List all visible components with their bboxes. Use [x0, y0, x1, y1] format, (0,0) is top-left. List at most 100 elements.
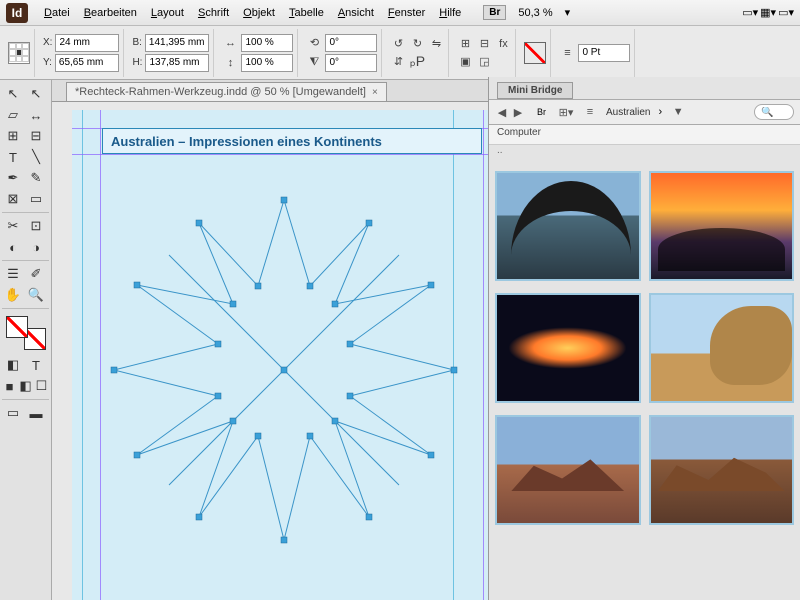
thumbnail[interactable]: [495, 293, 641, 403]
menu-datei[interactable]: DDateiatei: [38, 3, 76, 23]
thumbnail[interactable]: [649, 171, 795, 281]
reference-point[interactable]: [8, 42, 30, 64]
wrap-icon[interactable]: ▣: [457, 54, 473, 70]
pencil-tool[interactable]: ✎: [25, 168, 47, 188]
page[interactable]: Australien – Impressionen eines Kontinen…: [72, 110, 512, 600]
flip-h-icon[interactable]: ⇋: [428, 36, 444, 52]
rotate-icon: ⟲: [306, 35, 322, 51]
gradient-feather-tool[interactable]: ◑: [25, 237, 47, 257]
filter-icon[interactable]: ▼: [670, 104, 686, 120]
document-tab-label: *Rechteck-Rahmen-Werkzeug.indd @ 50 % [U…: [75, 86, 366, 98]
rotate-input[interactable]: [325, 34, 377, 52]
menu-fenster[interactable]: Fenster: [382, 3, 431, 23]
gradient-swatch-tool[interactable]: ◐: [2, 237, 24, 257]
separator: [2, 308, 49, 309]
y-input[interactable]: [55, 54, 119, 72]
menu-tabelle[interactable]: Tabelle: [283, 3, 330, 23]
w-input[interactable]: [145, 34, 209, 52]
scale-x-input[interactable]: [241, 34, 293, 52]
zoom-tool[interactable]: 🔍: [25, 285, 47, 305]
nav-back-icon[interactable]: ◀: [495, 105, 509, 119]
container-format-icon[interactable]: ◧: [2, 355, 24, 375]
zoom-field[interactable]: 50,3 %: [518, 7, 552, 19]
search-input[interactable]: [754, 104, 794, 120]
parent-folder[interactable]: ..: [489, 145, 800, 161]
rotate-cw-icon[interactable]: ↻: [409, 36, 425, 52]
arrange-icon[interactable]: ▦▾: [760, 6, 776, 19]
apply-color-icon[interactable]: ■: [2, 376, 17, 396]
selection-tool[interactable]: ↖: [2, 84, 24, 104]
bridge-button[interactable]: Br: [483, 5, 506, 20]
star-polygon-shape[interactable]: [94, 180, 474, 560]
chevron-right-icon: ›: [658, 106, 662, 118]
rotate-ccw-icon[interactable]: ↺: [390, 36, 406, 52]
shear-input[interactable]: [325, 54, 377, 72]
shear-icon: ⧨: [306, 55, 322, 71]
sort-icon[interactable]: ≡: [582, 104, 598, 120]
effects-icon[interactable]: fx: [495, 36, 511, 52]
rectangle-frame-tool[interactable]: ⊠: [2, 189, 24, 209]
gap-tool[interactable]: ↔: [25, 105, 47, 125]
direct-selection-tool[interactable]: ↖: [25, 84, 47, 104]
mini-bridge-tab[interactable]: Mini Bridge: [497, 82, 573, 99]
distribute-icon[interactable]: ⊟: [476, 36, 492, 52]
corner-icon[interactable]: ◲: [476, 54, 492, 70]
app-logo: Id: [6, 3, 28, 23]
fill-swatch[interactable]: [524, 42, 546, 64]
eyedropper-tool[interactable]: ✐: [25, 264, 47, 284]
thumbnail[interactable]: [649, 415, 795, 525]
separator: [2, 399, 49, 400]
view-mode-normal[interactable]: ▭: [2, 403, 24, 423]
hand-tool[interactable]: ✋: [2, 285, 24, 305]
h-label: H:: [132, 57, 142, 68]
content-collector-tool[interactable]: ⊞: [2, 126, 24, 146]
scale-x-icon: ↔: [222, 35, 238, 51]
scale-y-input[interactable]: [241, 54, 293, 72]
screen-mode-icon[interactable]: ▭▾: [742, 6, 758, 19]
folder-name[interactable]: Australien: [606, 107, 650, 118]
x-input[interactable]: [55, 34, 119, 52]
line-tool[interactable]: ╲: [25, 147, 47, 167]
text-format-icon[interactable]: T: [25, 355, 47, 375]
fill-stroke-swatches[interactable]: [6, 316, 46, 350]
free-transform-tool[interactable]: ⊡: [25, 216, 47, 236]
menu-schrift[interactable]: Schrift: [192, 3, 235, 23]
paragraph-icon[interactable]: ₚP: [409, 54, 425, 70]
nav-forward-icon[interactable]: ▶: [511, 105, 525, 119]
view-icon[interactable]: ⊞▾: [558, 104, 574, 120]
thumbnail[interactable]: [495, 171, 641, 281]
align-icon[interactable]: ⊞: [457, 36, 473, 52]
menu-hilfe[interactable]: Hilfe: [433, 3, 467, 23]
thumbnail[interactable]: [495, 415, 641, 525]
stroke-weight-input[interactable]: [578, 44, 630, 62]
control-bar: X: Y: B: H: ↔ ↕ ⟲ ⧨ ↺ ↻ ⇋ ⇵ ₚP ⊞ ⊟ fx ▣ …: [0, 26, 800, 80]
flip-v-icon[interactable]: ⇵: [390, 54, 406, 70]
workspace-icon[interactable]: ▭▾: [778, 6, 794, 19]
note-tool[interactable]: ☰: [2, 264, 24, 284]
menu-bearbeiten[interactable]: Bearbeiten: [78, 3, 143, 23]
document-tab[interactable]: *Rechteck-Rahmen-Werkzeug.indd @ 50 % [U…: [66, 82, 387, 101]
mini-bridge-panel: Mini Bridge ◀ ▶ Br ⊞▾ ≡ Australien › ▼ C…: [488, 77, 800, 600]
close-tab-icon[interactable]: ×: [372, 87, 378, 98]
view-mode-preview[interactable]: ▬: [25, 403, 47, 423]
rectangle-tool[interactable]: ▭: [25, 189, 47, 209]
thumbnail-grid: [489, 161, 800, 600]
menu-objekt[interactable]: Objekt: [237, 3, 281, 23]
path-bar[interactable]: Computer: [489, 125, 800, 145]
separator: [2, 212, 49, 213]
bridge-link-button[interactable]: Br: [533, 107, 550, 117]
thumbnail[interactable]: [649, 293, 795, 403]
type-tool[interactable]: T: [2, 147, 24, 167]
h-input[interactable]: [145, 54, 209, 72]
title-text-frame[interactable]: Australien – Impressionen eines Kontinen…: [102, 128, 482, 154]
chevron-down-icon[interactable]: ▾: [565, 6, 571, 19]
apply-gradient-icon[interactable]: ◧: [18, 376, 33, 396]
scissors-tool[interactable]: ✂: [2, 216, 24, 236]
apply-none-icon[interactable]: ☐: [34, 376, 49, 396]
separator: [2, 260, 49, 261]
page-tool[interactable]: ▱: [2, 105, 24, 125]
pen-tool[interactable]: ✒: [2, 168, 24, 188]
menu-layout[interactable]: Layout: [145, 3, 190, 23]
menu-ansicht[interactable]: Ansicht: [332, 3, 380, 23]
content-placer-tool[interactable]: ⊟: [25, 126, 47, 146]
